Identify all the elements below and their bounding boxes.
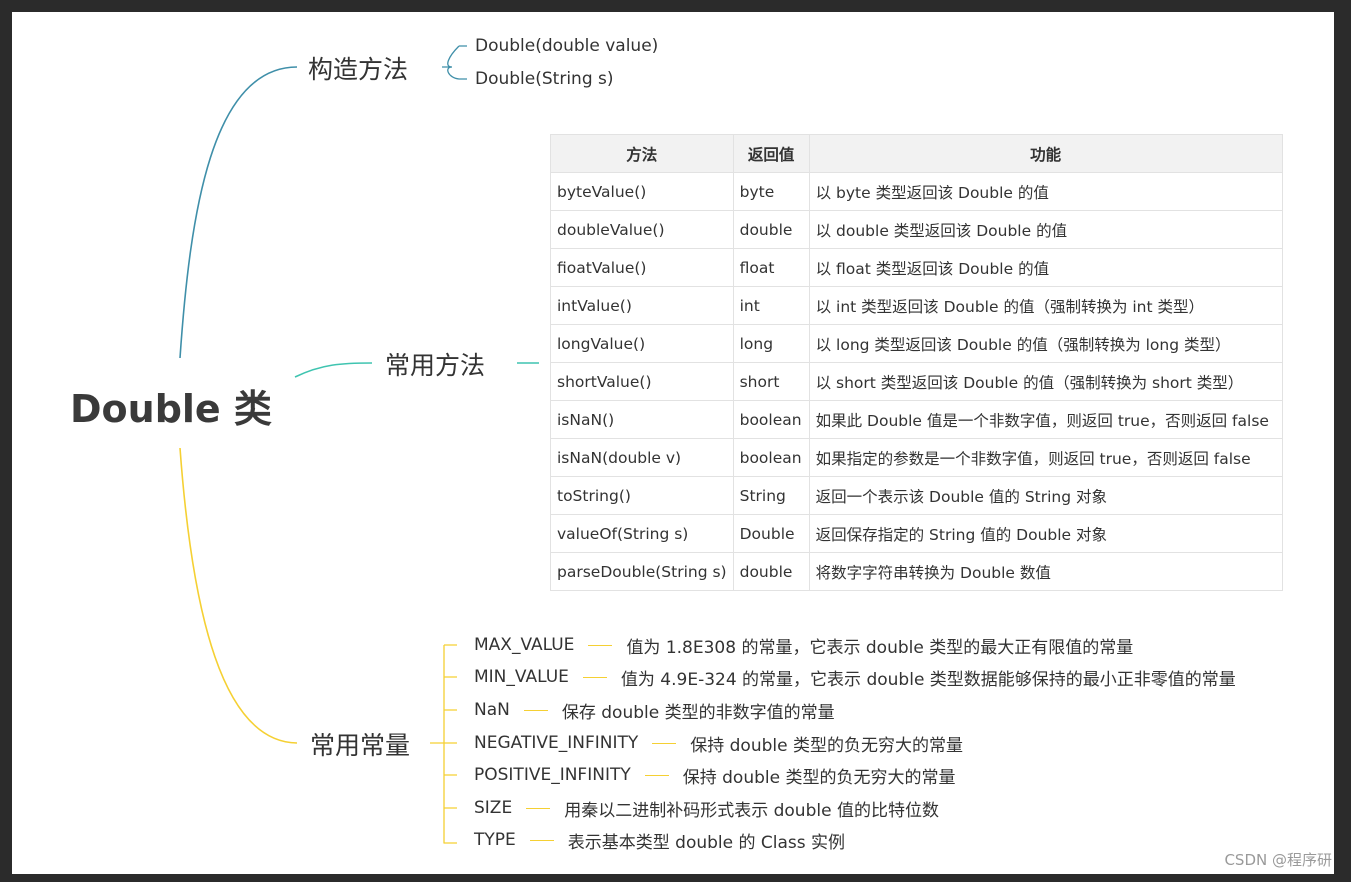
connector-methods xyxy=(294,362,373,378)
constant-name: MIN_VALUE xyxy=(474,667,569,687)
connector-constructors xyxy=(179,66,298,359)
table-row: valueOf(String s) Double 返回保存指定的 String 值的… xyxy=(550,514,1283,553)
methods-table-header-row: 方法 返回值 功能 xyxy=(550,134,1283,173)
constant-dash xyxy=(582,676,607,678)
constant-dash xyxy=(652,742,677,744)
constant-description: 保存 double 类型的非数字值的常量 xyxy=(561,702,835,723)
constructor-item: Double(double value) xyxy=(475,36,659,56)
constant-item: MIN_VALUE 值为 4.9E-324 的常量，它表示 double 类型数据… xyxy=(474,662,1236,692)
method-name-cell: byteValue() xyxy=(550,172,734,211)
bracket-constructors xyxy=(442,45,467,80)
function-cell: 将数字字符串转换为 Double 数值 xyxy=(808,552,1283,591)
method-name-cell: intValue() xyxy=(550,286,734,325)
table-header-return: 返回值 xyxy=(732,134,810,173)
function-cell: 以 long 类型返回该 Double 的值（强制转换为 long 类型） xyxy=(808,324,1283,363)
constant-name: TYPE xyxy=(474,830,516,850)
method-name-cell: parseDouble(String s) xyxy=(550,552,734,591)
constant-item: POSITIVE_INFINITY 保持 double 类型的负无穷大的常量 xyxy=(474,760,955,790)
constant-dash xyxy=(526,807,551,809)
constant-description: 值为 4.9E-324 的常量，它表示 double 类型数据能够保持的最小正非… xyxy=(620,669,1236,690)
method-name-cell: shortValue() xyxy=(550,362,734,401)
table-row: byteValue() byte 以 byte 类型返回该 Double 的值 xyxy=(550,172,1283,211)
return-type-cell: String xyxy=(732,476,810,515)
watermark: CSDN @程序研 xyxy=(1224,851,1332,869)
constant-name: NEGATIVE_INFINITY xyxy=(474,733,639,753)
table-header-function: 功能 xyxy=(808,134,1283,173)
constructor-item: Double(String s) xyxy=(475,69,614,89)
table-row: longValue() long 以 long 类型返回该 Double 的值（强制… xyxy=(550,324,1283,363)
constant-description: 表示基本类型 double 的 Class 实例 xyxy=(567,832,846,853)
bracket-constants xyxy=(430,644,457,844)
table-row: isNaN() boolean 如果此 Double 值是一个非数字值，则返回 tr… xyxy=(550,400,1283,439)
table-row: intValue() int 以 int 类型返回该 Double 的值（强制转换为… xyxy=(550,286,1283,325)
table-row: parseDouble(String s) double 将数字字符串转换为 Dou… xyxy=(550,552,1283,591)
constant-name: SIZE xyxy=(474,798,513,818)
function-cell: 以 byte 类型返回该 Double 的值 xyxy=(808,172,1283,211)
table-row: shortValue() short 以 short 类型返回该 Double 的值… xyxy=(550,362,1283,401)
constant-item: TYPE 表示基本类型 double 的 Class 实例 xyxy=(474,825,845,855)
return-type-cell: boolean xyxy=(732,438,810,477)
function-cell: 返回保存指定的 String 值的 Double 对象 xyxy=(808,514,1283,553)
table-row: toString() String 返回一个表示该 Double 值的 String… xyxy=(550,476,1283,515)
constant-item: SIZE 用秦以二进制补码形式表示 double 值的比特位数 xyxy=(474,793,939,823)
function-cell: 以 float 类型返回该 Double 的值 xyxy=(808,248,1283,287)
function-cell: 如果指定的参数是一个非数字值，则返回 true，否则返回 false xyxy=(808,438,1283,477)
table-header-method: 方法 xyxy=(550,134,734,173)
return-type-cell: short xyxy=(732,362,810,401)
return-type-cell: int xyxy=(732,286,810,325)
return-type-cell: double xyxy=(732,552,810,591)
constant-dash xyxy=(588,644,613,646)
constant-name: MAX_VALUE xyxy=(474,635,575,655)
constant-name: NaN xyxy=(474,700,510,720)
root-title: Double 类 xyxy=(70,387,272,431)
function-cell: 以 short 类型返回该 Double 的值（强制转换为 short 类型） xyxy=(808,362,1283,401)
branch-constants-label: 常用常量 xyxy=(310,731,411,760)
method-name-cell: longValue() xyxy=(550,324,734,363)
function-cell: 如果此 Double 值是一个非数字值，则返回 true，否则返回 false xyxy=(808,400,1283,439)
branch-constructors-label: 构造方法 xyxy=(308,55,409,84)
method-name-cell: valueOf(String s) xyxy=(550,514,734,553)
constant-dash xyxy=(529,839,554,841)
method-name-cell: toString() xyxy=(550,476,734,515)
return-type-cell: Double xyxy=(732,514,810,553)
connector-constants xyxy=(179,447,298,744)
table-row: doubleValue() double 以 double 类型返回该 Double… xyxy=(550,210,1283,249)
table-row: isNaN(double v) boolean 如果指定的参数是一个非数字值，则返回… xyxy=(550,438,1283,477)
constant-dash xyxy=(644,774,669,776)
return-type-cell: boolean xyxy=(732,400,810,439)
method-name-cell: doubleValue() xyxy=(550,210,734,249)
constant-description: 保持 double 类型的负无穷大的常量 xyxy=(682,767,956,788)
return-type-cell: float xyxy=(732,248,810,287)
return-type-cell: byte xyxy=(732,172,810,211)
constant-name: POSITIVE_INFINITY xyxy=(474,765,631,785)
method-name-cell: isNaN(double v) xyxy=(550,438,734,477)
function-cell: 以 double 类型返回该 Double 的值 xyxy=(808,210,1283,249)
constant-description: 用秦以二进制补码形式表示 double 值的比特位数 xyxy=(564,800,939,821)
constant-description: 值为 1.8E308 的常量，它表示 double 类型的最大正有限值的常量 xyxy=(626,637,1134,658)
method-name-cell: fioatValue() xyxy=(550,248,734,287)
return-type-cell: long xyxy=(732,324,810,363)
constant-item: NEGATIVE_INFINITY 保持 double 类型的负无穷大的常量 xyxy=(474,728,963,758)
branch-methods-label: 常用方法 xyxy=(385,351,486,380)
return-type-cell: double xyxy=(732,210,810,249)
mindmap-canvas: Double 类 构造方法 Double(double value) Doubl… xyxy=(12,12,1334,874)
method-name-cell: isNaN() xyxy=(550,400,734,439)
function-cell: 返回一个表示该 Double 值的 String 对象 xyxy=(808,476,1283,515)
methods-table: 方法 返回值 功能 byteValue() byte 以 byte 类型返回该 Do… xyxy=(550,134,1283,591)
constant-description: 保持 double 类型的负无穷大的常量 xyxy=(690,735,963,756)
constant-item: NaN 保存 double 类型的非数字值的常量 xyxy=(474,695,835,725)
constant-dash xyxy=(523,709,548,711)
table-row: fioatValue() float 以 float 类型返回该 Double 的值 xyxy=(550,248,1283,287)
function-cell: 以 int 类型返回该 Double 的值（强制转换为 int 类型） xyxy=(808,286,1283,325)
constant-item: MAX_VALUE 值为 1.8E308 的常量，它表示 double 类型的最大… xyxy=(474,630,1133,660)
